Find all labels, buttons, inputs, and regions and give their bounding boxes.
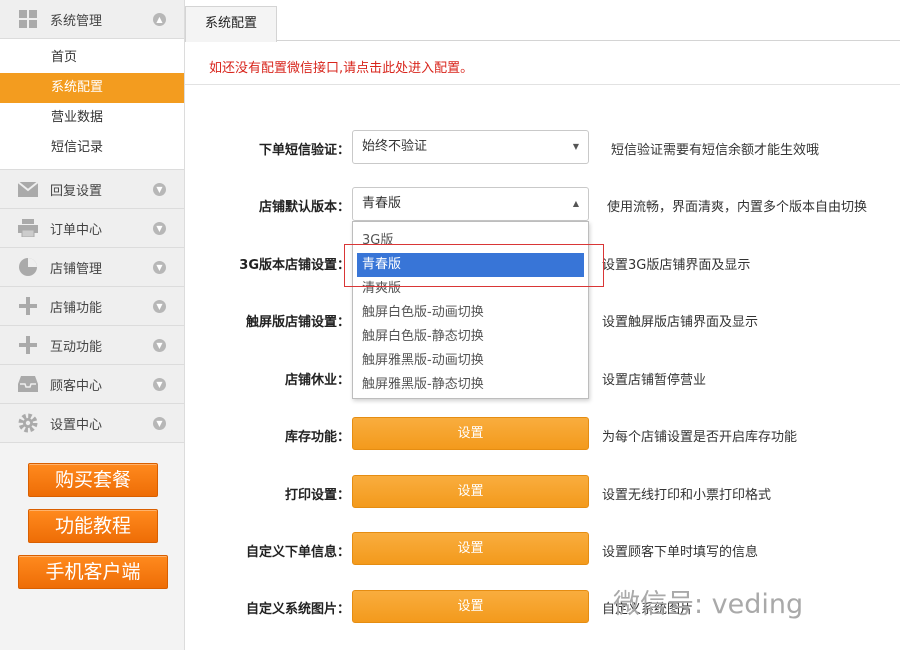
menu-label: 回复设置: [50, 183, 103, 199]
row-label-order-info: 自定义下单信息：: [245, 545, 350, 560]
sidebar-item-system-config[interactable]: 系统配置: [0, 73, 184, 103]
notice-text-end: 进入配置。: [408, 61, 474, 76]
settings-button-images[interactable]: 设置: [352, 590, 589, 623]
tutorial-button[interactable]: 功能教程: [28, 509, 158, 543]
plus-icon: [18, 296, 38, 316]
row-label-print: 打印设置：: [284, 488, 350, 503]
chevron-down-icon: ▼: [153, 300, 166, 313]
menu-order-center[interactable]: 订单中心 ▼: [0, 209, 184, 248]
row-label-images: 自定义系统图片：: [245, 602, 350, 617]
default-version-select[interactable]: 青春版 ▲: [352, 187, 589, 221]
config-notice: 如还没有配置微信接口,请点击此处进入配置。: [209, 57, 473, 76]
inbox-icon: [18, 374, 38, 394]
row-desc-print: 设置无线打印和小票打印格式: [602, 488, 772, 503]
settings-button-stock[interactable]: 设置: [352, 417, 589, 450]
settings-button-order-info[interactable]: 设置: [352, 532, 589, 565]
chevron-down-icon: ▼: [153, 183, 166, 196]
chevron-down-icon: ▼: [153, 261, 166, 274]
tab-system-config[interactable]: 系统配置: [185, 6, 277, 42]
main-content: 系统配置 如还没有配置微信接口,请点击此处进入配置。 下单短信验证： 始终不验证…: [185, 0, 900, 650]
row-desc-stock: 为每个店铺设置是否开启库存功能: [602, 430, 798, 445]
row-desc-3g: 设置3G版店铺界面及显示: [602, 258, 751, 273]
chevron-down-icon: ▼: [153, 378, 166, 391]
menu-label: 店铺功能: [50, 300, 103, 316]
sidebar-item-sms-records[interactable]: 短信记录: [0, 133, 184, 163]
settings-button-print[interactable]: 设置: [352, 475, 589, 508]
dropdown-option[interactable]: 3G版: [353, 229, 588, 253]
row-desc-order-info: 设置顾客下单时填写的信息: [602, 545, 759, 560]
sms-verify-value: 始终不验证: [362, 139, 428, 154]
menu-label: 互动功能: [50, 339, 103, 355]
plus-icon: [18, 335, 38, 355]
version-dropdown-list: 3G版 青春版 清爽版 触屏白色版-动画切换 触屏白色版-静态切换 触屏雅黑版-…: [352, 221, 589, 399]
menu-store-management[interactable]: 店铺管理 ▼: [0, 248, 184, 287]
notice-text: 如还没有配置微信接口,请: [209, 61, 357, 76]
printer-icon: [18, 218, 38, 238]
sms-verify-label: 下单短信验证：: [258, 143, 350, 158]
envelope-icon: [18, 179, 38, 199]
default-version-desc: 使用流畅，界面清爽，内置多个版本自由切换: [607, 200, 868, 215]
row-desc-touch: 设置触屏版店铺界面及显示: [602, 315, 759, 330]
caret-up-icon: ▲: [572, 199, 579, 208]
menu-system-management[interactable]: 系统管理 ▲: [0, 0, 184, 39]
config-link[interactable]: 点击此处: [356, 61, 408, 76]
row-desc-closed: 设置店铺暂停营业: [602, 373, 707, 388]
sms-verify-desc: 短信验证需要有短信余额才能生效哦: [611, 143, 820, 158]
row-label-3g: 3G版本店铺设置：: [239, 258, 350, 273]
grid-icon: [18, 9, 38, 29]
menu-customer-center[interactable]: 顾客中心 ▼: [0, 365, 184, 404]
default-version-label: 店铺默认版本：: [258, 200, 350, 215]
menu-label: 设置中心: [50, 417, 103, 433]
wechat-watermark: 微信号: veding: [613, 589, 804, 620]
tab-bar: 系统配置: [185, 0, 900, 42]
dropdown-option[interactable]: 清爽版: [353, 277, 588, 301]
dropdown-option[interactable]: 触屏白色版-动画切换: [353, 301, 588, 325]
menu-reply-settings[interactable]: 回复设置 ▼: [0, 170, 184, 209]
caret-down-icon: ▼: [572, 142, 579, 151]
menu-label: 店铺管理: [50, 261, 103, 277]
menu-settings-center[interactable]: 设置中心 ▼: [0, 404, 184, 443]
sidebar-item-business-data[interactable]: 营业数据: [0, 103, 184, 133]
chevron-down-icon: ▼: [153, 417, 166, 430]
default-version-value: 青春版: [362, 196, 402, 211]
menu-label: 系统管理: [50, 13, 103, 29]
sidebar-item-home[interactable]: 首页: [0, 43, 184, 73]
dropdown-option[interactable]: 触屏雅黑版-静态切换: [353, 373, 588, 397]
menu-store-functions[interactable]: 店铺功能 ▼: [0, 287, 184, 326]
chevron-up-icon: ▲: [153, 13, 166, 26]
pie-chart-icon: [18, 257, 38, 277]
menu-label: 顾客中心: [50, 378, 103, 394]
dropdown-option[interactable]: 触屏雅黑版-动画切换: [353, 349, 588, 373]
menu-label: 订单中心: [50, 222, 103, 238]
chevron-down-icon: ▼: [153, 339, 166, 352]
dropdown-option[interactable]: 触屏白色版-静态切换: [353, 325, 588, 349]
row-label-touch: 触屏版店铺设置：: [245, 315, 350, 330]
dropdown-option-selected[interactable]: 青春版: [357, 253, 584, 277]
row-label-stock: 库存功能：: [284, 430, 350, 445]
row-label-closed: 店铺休业：: [284, 373, 350, 388]
submenu: 首页 系统配置 营业数据 短信记录: [0, 39, 184, 170]
menu-interactive-functions[interactable]: 互动功能 ▼: [0, 326, 184, 365]
gear-icon: [18, 413, 38, 433]
mobile-client-button[interactable]: 手机客户端: [18, 555, 168, 589]
chevron-down-icon: ▼: [153, 222, 166, 235]
buy-package-button[interactable]: 购买套餐: [28, 463, 158, 497]
sms-verify-select[interactable]: 始终不验证 ▼: [352, 130, 589, 164]
sidebar: 系统管理 ▲ 首页 系统配置 营业数据 短信记录 回复设置 ▼ 订单中心 ▼ 店…: [0, 0, 185, 650]
divider: [185, 84, 900, 85]
